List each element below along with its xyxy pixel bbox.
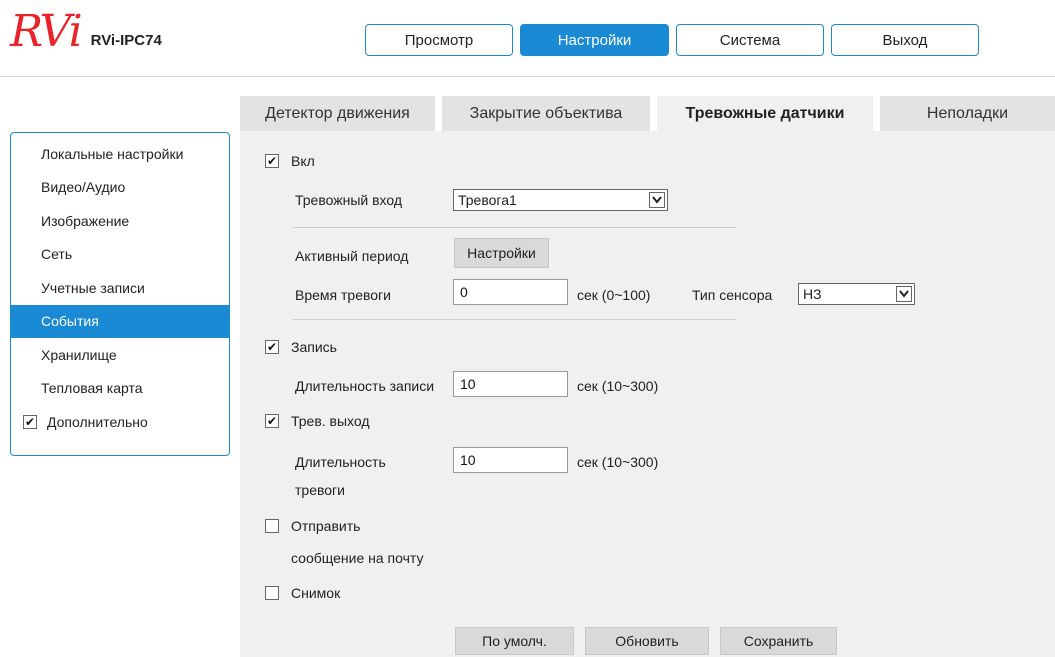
send-email-checkbox[interactable] xyxy=(265,519,279,533)
sidebar-item-events[interactable]: События xyxy=(11,304,229,338)
send-email-label-line2: сообщение на почту xyxy=(291,550,424,566)
sidebar-item-network[interactable]: Сеть xyxy=(11,238,229,272)
nav-exit-button[interactable]: Выход xyxy=(831,24,979,56)
nav-view-button[interactable]: Просмотр xyxy=(365,24,513,56)
record-duration-label: Длительность записи xyxy=(295,378,435,394)
advanced-checkbox[interactable]: ✔ xyxy=(23,414,37,429)
sidebar-item-video-audio[interactable]: Видео/Аудио xyxy=(11,171,229,205)
send-email-row: Отправить xyxy=(265,518,360,534)
top-navigation: Просмотр Настройки Система Выход xyxy=(365,24,986,56)
logo-mark: RVi xyxy=(10,6,83,57)
record-duration-input[interactable]: 10 xyxy=(453,371,568,397)
tab-alarm-sensors[interactable]: Тревожные датчики xyxy=(657,96,873,131)
snapshot-row: Снимок xyxy=(265,585,340,601)
chevron-down-icon xyxy=(649,192,665,208)
active-period-label: Активный период xyxy=(295,248,409,264)
record-duration-unit: сек (10~300) xyxy=(577,378,659,394)
sidebar-item-accounts[interactable]: Учетные записи xyxy=(11,271,229,305)
record-label: Запись xyxy=(291,339,337,355)
save-button[interactable]: Сохранить xyxy=(720,627,837,655)
record-checkbox[interactable]: ✔ xyxy=(265,340,279,354)
alarm-output-row: ✔ Трев. выход xyxy=(265,413,370,429)
sidebar-item-heatmap[interactable]: Тепловая карта xyxy=(11,372,229,406)
sensor-type-select[interactable]: НЗ xyxy=(798,283,915,305)
alarm-time-input[interactable]: 0 xyxy=(453,279,568,305)
sidebar-item-advanced[interactable]: ✔ Дополнительно xyxy=(11,405,229,439)
section-divider xyxy=(293,319,736,320)
enable-row: ✔ Вкл xyxy=(265,153,315,169)
settings-sidebar: Локальные настройки Видео/Аудио Изображе… xyxy=(10,132,230,456)
send-email-label-line1: Отправить xyxy=(291,518,361,534)
alarm-input-label: Тревожный вход xyxy=(295,192,403,208)
chevron-down-icon xyxy=(896,286,912,302)
enable-checkbox[interactable]: ✔ xyxy=(265,154,279,168)
enable-label: Вкл xyxy=(291,153,315,169)
alarm-input-select[interactable]: Тревога1 xyxy=(453,189,668,211)
record-row: ✔ Запись xyxy=(265,339,337,355)
snapshot-checkbox[interactable] xyxy=(265,586,279,600)
sensor-type-label: Тип сенсора xyxy=(692,287,773,303)
alarm-time-label: Время тревоги xyxy=(295,287,391,303)
alarm-output-checkbox[interactable]: ✔ xyxy=(265,414,279,428)
alarm-time-unit: сек (0~100) xyxy=(577,287,651,303)
tab-tamper[interactable]: Закрытие объектива xyxy=(442,96,650,131)
nav-system-button[interactable]: Система xyxy=(676,24,824,56)
tab-motion-detector[interactable]: Детектор движения xyxy=(240,96,435,131)
alarm-duration-unit: сек (10~300) xyxy=(577,454,659,470)
schedule-settings-button[interactable]: Настройки xyxy=(454,238,549,268)
header-divider xyxy=(0,76,1055,77)
sensor-type-value: НЗ xyxy=(803,286,822,302)
section-divider xyxy=(293,227,736,228)
tab-bar: Детектор движения Закрытие объектива Тре… xyxy=(240,96,1055,131)
nav-settings-button[interactable]: Настройки xyxy=(520,24,669,56)
alarm-input-value: Тревога1 xyxy=(458,192,517,208)
sidebar-item-storage[interactable]: Хранилище xyxy=(11,338,229,372)
sidebar-item-image[interactable]: Изображение xyxy=(11,204,229,238)
alarm-duration-label-line1: Длительность xyxy=(295,454,386,470)
advanced-label: Дополнительно xyxy=(47,413,148,430)
tab-faults[interactable]: Неполадки xyxy=(880,96,1055,131)
alarm-duration-label-line2: тревоги xyxy=(295,482,345,498)
sidebar-item-local-settings[interactable]: Локальные настройки xyxy=(11,137,229,171)
alarm-duration-input[interactable]: 10 xyxy=(453,447,568,473)
camera-model: RVi-IPC74 xyxy=(90,32,162,49)
logo: RVi RVi-IPC74 xyxy=(10,10,162,54)
alarm-output-label: Трев. выход xyxy=(291,413,370,429)
snapshot-label: Снимок xyxy=(291,585,341,601)
default-button[interactable]: По умолч. xyxy=(455,627,574,655)
refresh-button[interactable]: Обновить xyxy=(585,627,709,655)
content-panel: Детектор движения Закрытие объектива Тре… xyxy=(240,96,1055,657)
